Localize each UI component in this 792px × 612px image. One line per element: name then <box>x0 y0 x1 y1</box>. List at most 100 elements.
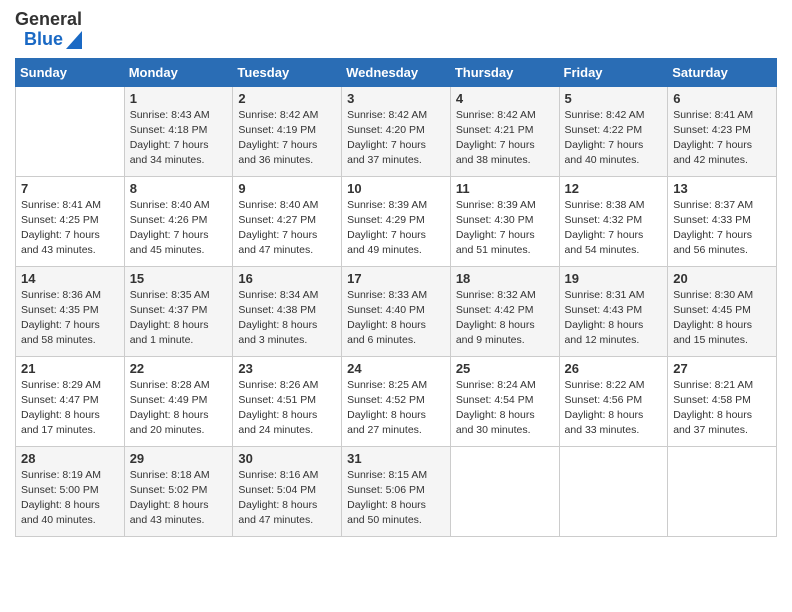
calendar-cell: 20Sunrise: 8:30 AMSunset: 4:45 PMDayligh… <box>668 266 777 356</box>
header-cell-saturday: Saturday <box>668 58 777 86</box>
day-info: Sunrise: 8:42 AMSunset: 4:22 PMDaylight:… <box>565 108 663 169</box>
day-number: 13 <box>673 181 771 196</box>
logo-general: General <box>15 10 82 30</box>
day-number: 30 <box>238 451 336 466</box>
day-number: 28 <box>21 451 119 466</box>
day-number: 29 <box>130 451 228 466</box>
calendar-week-row: 7Sunrise: 8:41 AMSunset: 4:25 PMDaylight… <box>16 176 777 266</box>
day-info: Sunrise: 8:25 AMSunset: 4:52 PMDaylight:… <box>347 378 445 439</box>
calendar-cell <box>450 446 559 536</box>
day-number: 17 <box>347 271 445 286</box>
day-number: 9 <box>238 181 336 196</box>
day-info: Sunrise: 8:26 AMSunset: 4:51 PMDaylight:… <box>238 378 336 439</box>
calendar-cell: 12 Sunrise: 8:38 AMSunset: 4:32 PMDayligh… <box>559 176 668 266</box>
calendar-cell: 10 Sunrise: 8:39 AMSunset: 4:29 PMDayligh… <box>342 176 451 266</box>
header-cell-tuesday: Tuesday <box>233 58 342 86</box>
calendar-cell: 7Sunrise: 8:41 AMSunset: 4:25 PMDaylight… <box>16 176 125 266</box>
calendar-table: SundayMondayTuesdayWednesdayThursdayFrid… <box>15 58 777 537</box>
calendar-cell: 8 Sunrise: 8:40 AMSunset: 4:26 PMDaylight… <box>124 176 233 266</box>
calendar-cell: 24 Sunrise: 8:25 AMSunset: 4:52 PMDayligh… <box>342 356 451 446</box>
day-info: Sunrise: 8:34 AMSunset: 4:38 PMDaylight:… <box>238 288 336 349</box>
header-cell-monday: Monday <box>124 58 233 86</box>
day-number: 1 <box>130 91 228 106</box>
day-number: 27 <box>673 361 771 376</box>
calendar-week-row: 14 Sunrise: 8:36 AMSunset: 4:35 PMDayligh… <box>16 266 777 356</box>
header-cell-friday: Friday <box>559 58 668 86</box>
calendar-week-row: 28 Sunrise: 8:19 AMSunset: 5:00 PMDayligh… <box>16 446 777 536</box>
header: General Blue <box>15 10 777 50</box>
day-info: Sunrise: 8:39 AMSunset: 4:30 PMDaylight:… <box>456 198 554 259</box>
day-info: Sunrise: 8:30 AMSunset: 4:45 PMDaylight:… <box>673 288 771 349</box>
calendar-cell: 27 Sunrise: 8:21 AMSunset: 4:58 PMDayligh… <box>668 356 777 446</box>
day-number: 25 <box>456 361 554 376</box>
day-info: Sunrise: 8:28 AMSunset: 4:49 PMDaylight:… <box>130 378 228 439</box>
calendar-cell <box>668 446 777 536</box>
day-info: Sunrise: 8:36 AMSunset: 4:35 PMDaylight:… <box>21 288 119 349</box>
day-number: 8 <box>130 181 228 196</box>
day-info: Sunrise: 8:42 AMSunset: 4:20 PMDaylight:… <box>347 108 445 169</box>
day-number: 12 <box>565 181 663 196</box>
day-info: Sunrise: 8:31 AMSunset: 4:43 PMDaylight:… <box>565 288 663 349</box>
day-info: Sunrise: 8:43 AMSunset: 4:18 PMDaylight:… <box>130 108 228 169</box>
calendar-cell: 22 Sunrise: 8:28 AMSunset: 4:49 PMDayligh… <box>124 356 233 446</box>
calendar-cell: 3 Sunrise: 8:42 AMSunset: 4:20 PMDaylight… <box>342 86 451 176</box>
day-number: 2 <box>238 91 336 106</box>
calendar-week-row: 21 Sunrise: 8:29 AMSunset: 4:47 PMDayligh… <box>16 356 777 446</box>
day-info: Sunrise: 8:21 AMSunset: 4:58 PMDaylight:… <box>673 378 771 439</box>
calendar-cell: 5Sunrise: 8:42 AMSunset: 4:22 PMDaylight… <box>559 86 668 176</box>
calendar-cell: 1 Sunrise: 8:43 AMSunset: 4:18 PMDaylight… <box>124 86 233 176</box>
header-cell-wednesday: Wednesday <box>342 58 451 86</box>
day-info: Sunrise: 8:37 AMSunset: 4:33 PMDaylight:… <box>673 198 771 259</box>
day-number: 22 <box>130 361 228 376</box>
calendar-cell <box>559 446 668 536</box>
calendar-cell: 14 Sunrise: 8:36 AMSunset: 4:35 PMDayligh… <box>16 266 125 356</box>
header-cell-thursday: Thursday <box>450 58 559 86</box>
day-number: 18 <box>456 271 554 286</box>
day-info: Sunrise: 8:24 AMSunset: 4:54 PMDaylight:… <box>456 378 554 439</box>
day-info: Sunrise: 8:40 AMSunset: 4:26 PMDaylight:… <box>130 198 228 259</box>
calendar-cell: 2 Sunrise: 8:42 AMSunset: 4:19 PMDaylight… <box>233 86 342 176</box>
calendar-cell: 26 Sunrise: 8:22 AMSunset: 4:56 PMDayligh… <box>559 356 668 446</box>
logo: General Blue <box>15 10 82 50</box>
calendar-cell: 18 Sunrise: 8:32 AMSunset: 4:42 PMDayligh… <box>450 266 559 356</box>
calendar-cell <box>16 86 125 176</box>
day-number: 7 <box>21 181 119 196</box>
day-info: Sunrise: 8:22 AMSunset: 4:56 PMDaylight:… <box>565 378 663 439</box>
day-info: Sunrise: 8:38 AMSunset: 4:32 PMDaylight:… <box>565 198 663 259</box>
calendar-cell: 13 Sunrise: 8:37 AMSunset: 4:33 PMDayligh… <box>668 176 777 266</box>
calendar-cell: 17 Sunrise: 8:33 AMSunset: 4:40 PMDayligh… <box>342 266 451 356</box>
calendar-cell: 9Sunrise: 8:40 AMSunset: 4:27 PMDaylight… <box>233 176 342 266</box>
calendar-cell: 15 Sunrise: 8:35 AMSunset: 4:37 PMDayligh… <box>124 266 233 356</box>
day-number: 15 <box>130 271 228 286</box>
day-info: Sunrise: 8:42 AMSunset: 4:21 PMDaylight:… <box>456 108 554 169</box>
day-info: Sunrise: 8:42 AMSunset: 4:19 PMDaylight:… <box>238 108 336 169</box>
calendar-cell: 29Sunrise: 8:18 AMSunset: 5:02 PMDayligh… <box>124 446 233 536</box>
day-info: Sunrise: 8:29 AMSunset: 4:47 PMDaylight:… <box>21 378 119 439</box>
day-info: Sunrise: 8:33 AMSunset: 4:40 PMDaylight:… <box>347 288 445 349</box>
day-info: Sunrise: 8:19 AMSunset: 5:00 PMDaylight:… <box>21 468 119 529</box>
header-cell-sunday: Sunday <box>16 58 125 86</box>
calendar-cell: 21 Sunrise: 8:29 AMSunset: 4:47 PMDayligh… <box>16 356 125 446</box>
calendar-week-row: 1 Sunrise: 8:43 AMSunset: 4:18 PMDaylight… <box>16 86 777 176</box>
day-number: 3 <box>347 91 445 106</box>
calendar-cell: 16 Sunrise: 8:34 AMSunset: 4:38 PMDayligh… <box>233 266 342 356</box>
day-number: 14 <box>21 271 119 286</box>
day-number: 10 <box>347 181 445 196</box>
day-number: 24 <box>347 361 445 376</box>
day-info: Sunrise: 8:39 AMSunset: 4:29 PMDaylight:… <box>347 198 445 259</box>
day-number: 26 <box>565 361 663 376</box>
calendar-cell: 4Sunrise: 8:42 AMSunset: 4:21 PMDaylight… <box>450 86 559 176</box>
logo-blue: Blue <box>24 30 63 50</box>
day-number: 11 <box>456 181 554 196</box>
day-info: Sunrise: 8:16 AMSunset: 5:04 PMDaylight:… <box>238 468 336 529</box>
day-number: 21 <box>21 361 119 376</box>
day-number: 23 <box>238 361 336 376</box>
calendar-cell: 31Sunrise: 8:15 AMSunset: 5:06 PMDayligh… <box>342 446 451 536</box>
calendar-cell: 11 Sunrise: 8:39 AMSunset: 4:30 PMDayligh… <box>450 176 559 266</box>
logo-triangle-icon <box>66 31 82 49</box>
calendar-cell: 19Sunrise: 8:31 AMSunset: 4:43 PMDayligh… <box>559 266 668 356</box>
calendar-cell: 25 Sunrise: 8:24 AMSunset: 4:54 PMDayligh… <box>450 356 559 446</box>
day-info: Sunrise: 8:35 AMSunset: 4:37 PMDaylight:… <box>130 288 228 349</box>
day-number: 16 <box>238 271 336 286</box>
day-info: Sunrise: 8:32 AMSunset: 4:42 PMDaylight:… <box>456 288 554 349</box>
